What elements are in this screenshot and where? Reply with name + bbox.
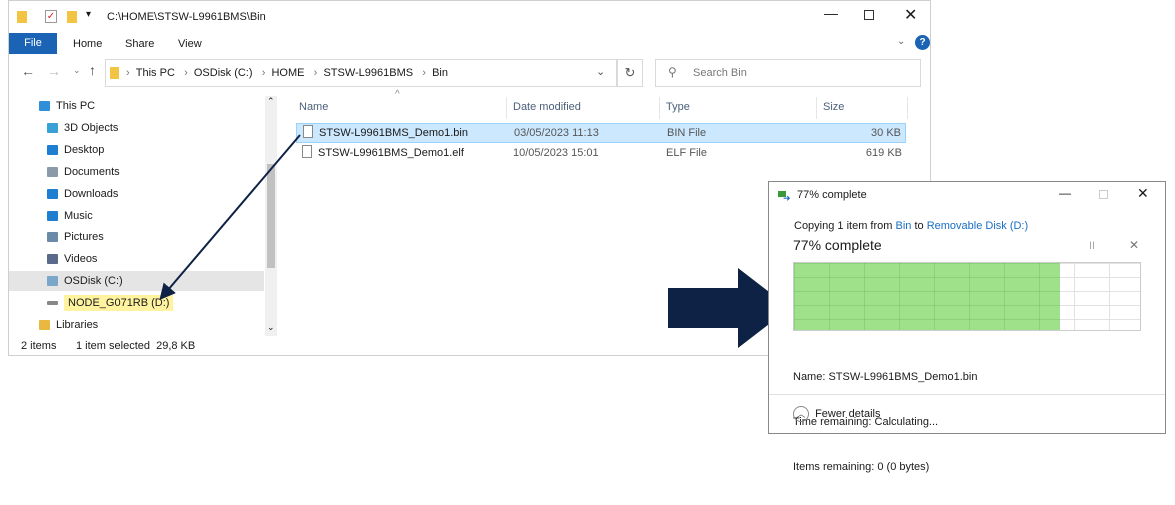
dialog-title: 77% complete — [797, 189, 867, 201]
progress-heading: 77% complete — [793, 237, 882, 253]
fewer-details-label: Fewer details — [815, 408, 881, 420]
destination-link[interactable]: Removable Disk (D:) — [927, 220, 1028, 232]
items-remaining: 0 (0 bytes) — [877, 461, 930, 473]
drag-arrow — [159, 134, 301, 301]
cancel-button[interactable]: ✕ — [1129, 238, 1139, 252]
fewer-details-button[interactable]: ︿ Fewer details — [793, 406, 880, 422]
minimize-button[interactable]: — — [1059, 186, 1071, 200]
pause-button[interactable]: II — [1089, 240, 1095, 252]
progress-graph — [793, 262, 1141, 331]
file-name: STSW-L9961BMS_Demo1.bin — [828, 371, 978, 383]
close-button[interactable]: ✕ — [1137, 185, 1149, 202]
copy-description: Copying 1 item from Bin to Removable Dis… — [794, 220, 1029, 232]
time-remaining: Calculating... — [874, 416, 939, 428]
maximize-button — [1099, 190, 1108, 199]
progress-fill — [794, 263, 1061, 330]
copy-details: Name: STSW-L9961BMS_Demo1.bin Time remai… — [793, 371, 978, 473]
chevron-up-icon: ︿ — [793, 406, 809, 422]
source-link[interactable]: Bin — [895, 220, 911, 232]
copy-progress-dialog: ➜ 77% complete — ✕ Copying 1 item from B… — [768, 181, 1166, 473]
